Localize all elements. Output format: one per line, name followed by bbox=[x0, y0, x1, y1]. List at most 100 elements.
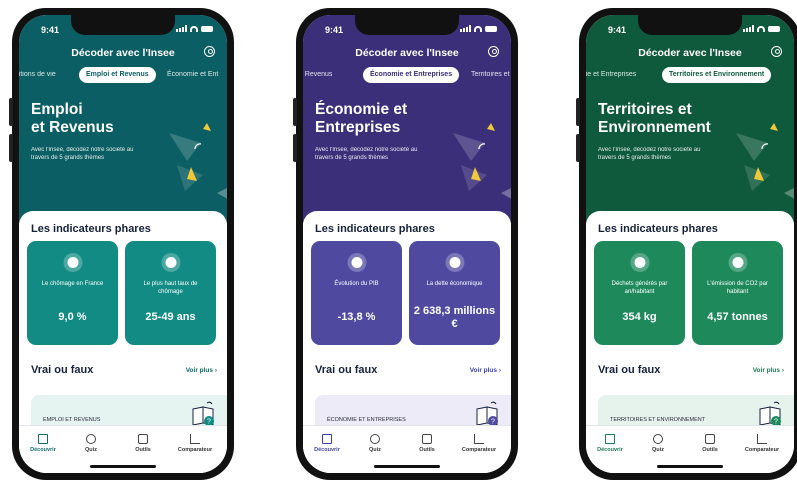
voir-plus-link[interactable]: Voir plus › bbox=[753, 367, 784, 374]
indicator-label: Le chômage en France bbox=[41, 281, 104, 287]
tab-theme[interactable]: nditions de vie bbox=[19, 67, 56, 83]
theme-tabs: et Revenus Économie et Entreprises Territo… bbox=[303, 67, 511, 83]
leaf-icon bbox=[630, 253, 649, 272]
nav-label: Comparateur bbox=[177, 447, 213, 453]
tab-theme[interactable]: Économie et Ent bbox=[167, 67, 218, 83]
nav-item-3[interactable]: Comparateur bbox=[742, 434, 782, 453]
battery-icon bbox=[201, 25, 213, 32]
status-time: 9:41 bbox=[608, 25, 627, 35]
hero-title-line: Économie et bbox=[315, 101, 408, 118]
profile-icon[interactable] bbox=[771, 46, 782, 57]
battery-icon bbox=[485, 25, 497, 32]
signal-icon bbox=[176, 25, 187, 32]
signal-icon bbox=[460, 25, 471, 32]
nav-item-3[interactable]: Comparateur bbox=[175, 434, 215, 453]
indicators-title: Les indicateurs phares bbox=[315, 223, 435, 235]
wifi-icon bbox=[190, 25, 198, 32]
indicator-value: 25-49 ans bbox=[145, 311, 196, 323]
phone-frame: 9:41 Décoder avec l'Insee et Revenus Économ… bbox=[293, 8, 518, 480]
home-indicator bbox=[374, 465, 440, 468]
nav-item-3[interactable]: Comparateur bbox=[459, 434, 499, 453]
nav-label: Découvrir bbox=[597, 447, 623, 453]
nav-label: Comparateur bbox=[461, 447, 497, 453]
indicator-label: Déchets générés par an/habitant bbox=[611, 281, 668, 295]
notch bbox=[71, 15, 175, 35]
nav-item-0[interactable]: Découvrir bbox=[590, 434, 630, 453]
hero-banner: 9:41 Décoder avec l'Insee et Revenus Économ… bbox=[303, 15, 511, 223]
bar-chart-icon bbox=[474, 434, 484, 444]
question-icon bbox=[370, 434, 380, 444]
tab-theme[interactable]: Territoires et Environnement bbox=[662, 67, 772, 83]
hero-banner: 9:41Décoder avec l'Inseeomie et Entrepri… bbox=[586, 15, 794, 223]
side-button bbox=[293, 134, 297, 162]
side-button bbox=[576, 134, 580, 162]
bottom-navigation: Découvrir Quiz Outils Comparateur bbox=[303, 425, 511, 473]
nav-label: Découvrir bbox=[314, 447, 340, 453]
indicator-card[interactable]: Déchets générés par an/habitant 354 kg bbox=[594, 241, 685, 345]
nav-item-1[interactable]: Quiz bbox=[71, 434, 111, 453]
piggy-bank-icon bbox=[347, 253, 366, 272]
nav-item-1[interactable]: Quiz bbox=[638, 434, 678, 453]
bar-chart-icon bbox=[757, 434, 767, 444]
notch bbox=[638, 15, 742, 35]
indicator-card[interactable]: L'émission de CO2 par habitant 4,57 tonne… bbox=[692, 241, 783, 345]
indicator-label: L'émission de CO2 par habitant bbox=[707, 281, 768, 295]
side-button bbox=[9, 98, 13, 126]
indicator-card[interactable]: Le chômage en France 9,0 % bbox=[27, 241, 118, 345]
voir-plus-label: Voir plus bbox=[752, 367, 781, 374]
voir-plus-link[interactable]: Voir plus › bbox=[186, 367, 217, 374]
indicator-label: La dette économique bbox=[426, 281, 483, 287]
nav-label: Quiz bbox=[652, 447, 664, 453]
vrai-faux-tag: EMPLOI ET REVENUS bbox=[43, 417, 101, 423]
theme-tabs: nditions de vie Emploi et Revenus Économie… bbox=[19, 67, 227, 83]
tab-theme[interactable]: Territoires et bbox=[471, 67, 510, 83]
icon-glyph bbox=[449, 257, 460, 268]
indicator-label: Le plus haut taux de chômage bbox=[143, 281, 198, 295]
hero-subtitle: Avec l'Insee, décodez notre société au t… bbox=[31, 147, 134, 161]
calculator-icon bbox=[138, 434, 148, 444]
icon-glyph bbox=[165, 257, 176, 268]
vrai-faux-title: Vrai ou faux bbox=[31, 364, 94, 376]
tab-theme[interactable]: Emploi et Revenus bbox=[79, 67, 156, 83]
tab-theme[interactable]: et Revenus bbox=[303, 67, 332, 83]
nav-item-2[interactable]: Outils bbox=[123, 434, 163, 453]
chevron-right-icon: › bbox=[213, 367, 217, 374]
indicator-card[interactable]: Évolution du PIB -13,8 % bbox=[311, 241, 402, 345]
voir-plus-link[interactable]: Voir plus › bbox=[470, 367, 501, 374]
indicator-card[interactable]: La dette économique 2 638,3 millions € bbox=[409, 241, 500, 345]
profile-icon[interactable] bbox=[204, 46, 215, 57]
notch bbox=[355, 15, 459, 35]
voir-plus-label: Voir plus bbox=[469, 367, 498, 374]
chevron-right-icon: › bbox=[497, 367, 501, 374]
question-icon bbox=[86, 434, 96, 444]
nav-label: Quiz bbox=[85, 447, 97, 453]
indicator-card[interactable]: Le plus haut taux de chômage 25-49 ans bbox=[125, 241, 216, 345]
nav-label: Comparateur bbox=[744, 447, 780, 453]
bar-chart-icon bbox=[190, 434, 200, 444]
side-button bbox=[576, 98, 580, 126]
indicators-title: Les indicateurs phares bbox=[598, 223, 718, 235]
vrai-faux-tag: TERRITOIRES ET ENVIRONNEMENT bbox=[610, 417, 706, 423]
nav-item-0[interactable]: Découvrir bbox=[307, 434, 347, 453]
calculator-icon bbox=[705, 434, 715, 444]
nav-label: Outils bbox=[702, 447, 718, 453]
tab-theme[interactable]: omie et Entreprises bbox=[586, 67, 636, 83]
profile-icon[interactable] bbox=[488, 46, 499, 57]
hero-banner: 9:41 Décoder avec l'Insee nditions de vie E… bbox=[19, 15, 227, 223]
hero-title-line: Environnement bbox=[598, 119, 711, 136]
nav-item-0[interactable]: Découvrir bbox=[23, 434, 63, 453]
nav-item-1[interactable]: Quiz bbox=[355, 434, 395, 453]
hero-title-line: Territoires et bbox=[598, 101, 692, 118]
hero-title-line: Emploi bbox=[31, 101, 83, 118]
nav-label: Outils bbox=[135, 447, 151, 453]
tab-theme[interactable]: Économie et Entreprises bbox=[363, 67, 460, 83]
icon-glyph bbox=[732, 257, 743, 268]
indicator-label: Évolution du PIB bbox=[334, 281, 379, 287]
vrai-faux-title: Vrai ou faux bbox=[315, 364, 378, 376]
bottom-navigation: Découvrir Quiz Outils Comparateur bbox=[19, 425, 227, 473]
nav-item-2[interactable]: Outils bbox=[407, 434, 447, 453]
nav-item-2[interactable]: Outils bbox=[690, 434, 730, 453]
document-icon bbox=[161, 253, 180, 272]
wifi-icon bbox=[757, 25, 765, 32]
indicator-value: 4,57 tonnes bbox=[707, 311, 768, 323]
